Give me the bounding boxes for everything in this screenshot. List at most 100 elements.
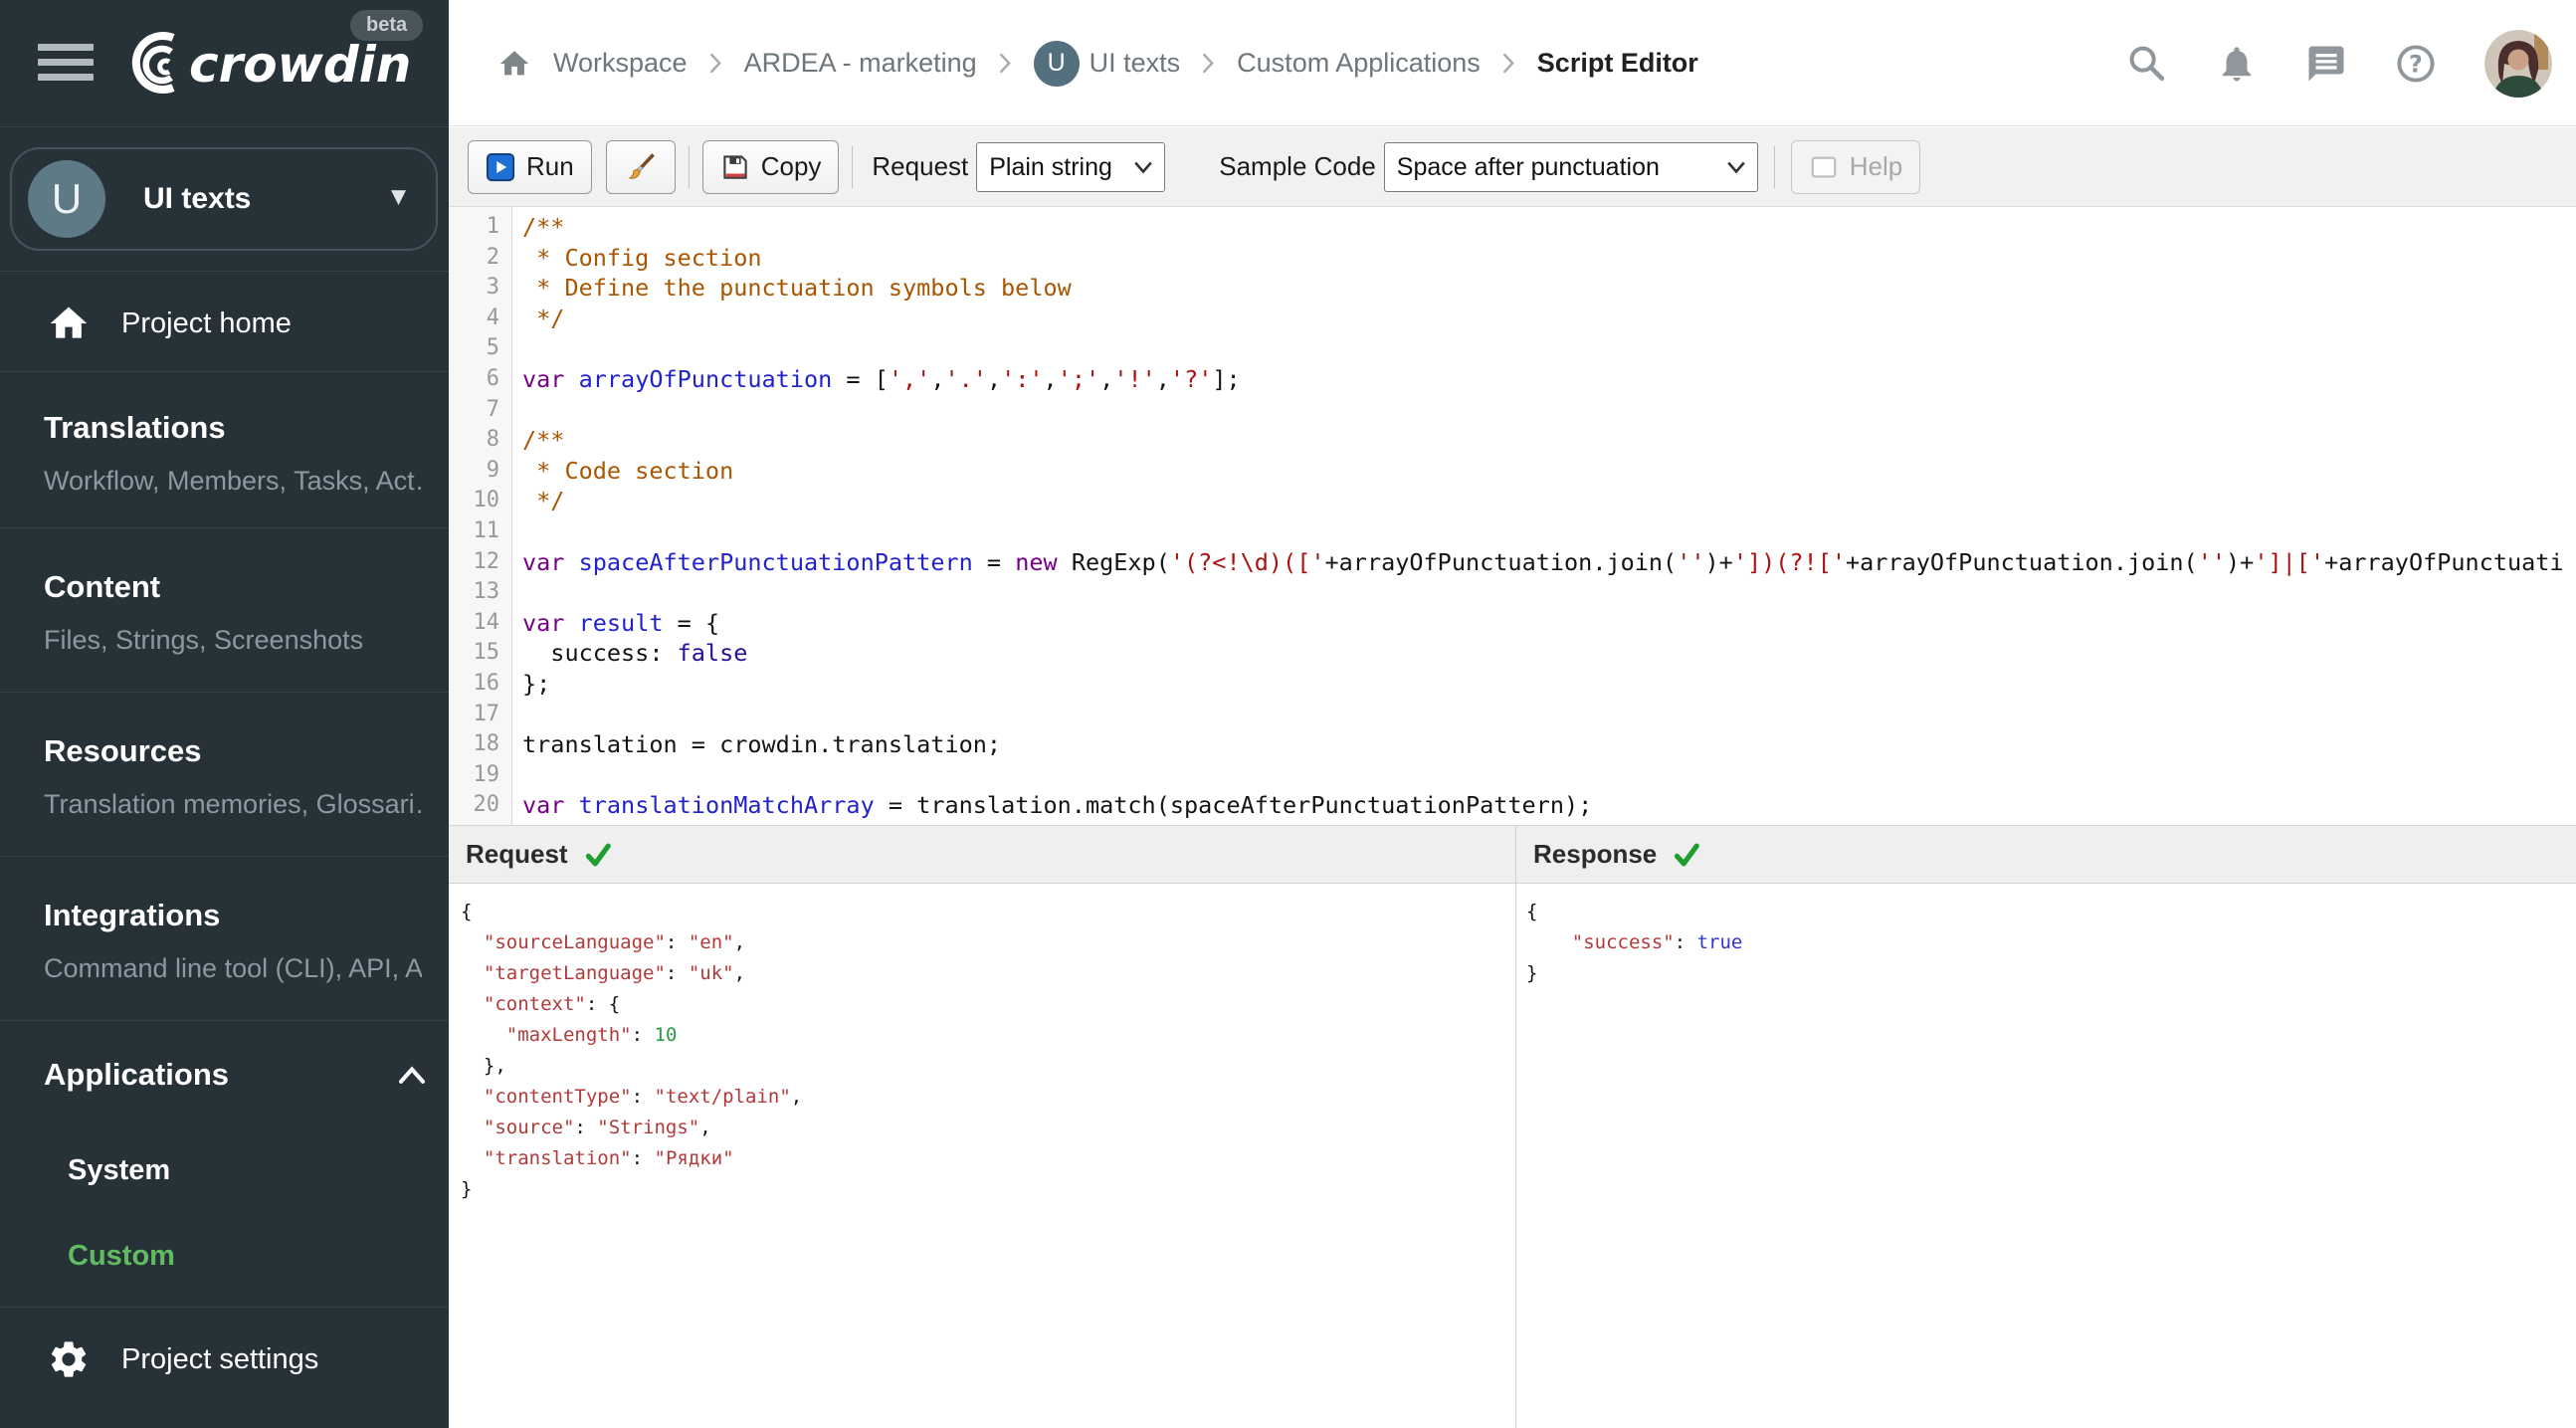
project-name: UI texts — [143, 182, 252, 215]
green-check-icon — [585, 843, 611, 866]
code-line: * Code section — [522, 456, 734, 485]
line-number: 9 — [486, 457, 499, 483]
breadcrumb-workspace[interactable]: Workspace — [553, 48, 688, 79]
code-content[interactable]: /** * Config section * Define the punctu… — [512, 207, 2576, 825]
sample-code-select-wrap: Space after punctuation — [1383, 141, 1758, 192]
line-number: 17 — [473, 701, 500, 726]
chevron-right-icon — [709, 53, 721, 74]
bell-icon[interactable] — [2216, 43, 2258, 85]
run-button[interactable]: Run — [468, 139, 592, 194]
chevron-right-icon — [999, 53, 1011, 74]
line-number: 12 — [473, 548, 500, 574]
line-number: 20 — [473, 792, 500, 818]
divider — [0, 126, 449, 127]
code-line: "maxLength": 10 — [505, 1024, 678, 1046]
code-line: }, — [461, 1055, 506, 1077]
chat-icon[interactable] — [2305, 43, 2347, 85]
beta-badge: beta — [350, 10, 424, 41]
help-icon[interactable]: ? — [2395, 43, 2437, 85]
avatar-image — [2484, 29, 2552, 98]
breadcrumb: Workspace ARDEA - marketing U UI texts C… — [497, 0, 1698, 126]
request-panel: Request { "sourceLanguage": "en", "targe… — [449, 825, 1515, 1428]
code-line: /** — [522, 426, 565, 455]
sidebar-section-applications[interactable]: Applications — [44, 1057, 427, 1093]
chevron-down-icon: ▾ — [390, 179, 406, 213]
green-check-icon — [1675, 843, 1700, 866]
section-subtitle: Translation memories, Glossari… — [44, 789, 422, 819]
section-title: Integrations — [44, 898, 221, 932]
code-line: * Define the punctuation symbols below — [522, 274, 1072, 303]
sidebar-item-project-settings[interactable]: Project settings — [0, 1331, 449, 1387]
line-number: 18 — [473, 731, 500, 757]
breadcrumb-project-name: UI texts — [1089, 48, 1181, 78]
sidebar-item-label: Project home — [121, 306, 292, 339]
line-number-gutter: 1 2 3 4 5 6 7 8 9 10 11 12 13 14 15 16 17 18 19 20 — [449, 207, 512, 825]
script-code-editor[interactable]: 1 2 3 4 5 6 7 8 9 10 11 12 13 14 15 16 17 18 19 20 /** * Co… — [449, 207, 2576, 825]
request-type-label: Request — [872, 151, 969, 181]
topbar-actions: ? — [2126, 0, 2552, 126]
sample-code-select[interactable]: Space after punctuation — [1383, 141, 1758, 192]
help-button[interactable]: Help — [1790, 139, 1921, 194]
sidebar-section-integrations[interactable]: Integrations Command line tool (CLI), API… — [44, 898, 422, 984]
user-avatar[interactable] — [2484, 29, 2552, 98]
sidebar: crowdin beta U UI texts ▾ Project home T… — [0, 0, 449, 1428]
divider — [0, 1020, 449, 1021]
code-line: */ — [522, 304, 565, 332]
code-line: * Config section — [522, 243, 762, 272]
line-number: 3 — [486, 275, 499, 301]
code-line: var spaceAfterPunctuationPattern = new R… — [522, 547, 2564, 576]
sidebar-header: crowdin beta — [0, 0, 449, 126]
project-selector[interactable]: U UI texts ▾ — [10, 147, 438, 251]
breadcrumb-project[interactable]: U UI texts — [1033, 40, 1181, 87]
section-title: Resources — [44, 733, 202, 768]
run-label: Run — [526, 151, 574, 181]
copy-button[interactable]: Copy — [701, 139, 840, 194]
separator — [852, 145, 854, 188]
brush-icon — [627, 152, 655, 179]
sidebar-section-resources[interactable]: Resources Translation memories, Glossari… — [44, 733, 422, 820]
response-json-view: { "success": true} — [1516, 884, 2576, 989]
code-line: translation = crowdin.translation; — [522, 730, 1002, 759]
section-subtitle: Files, Strings, Screenshots — [44, 625, 364, 655]
breadcrumb-custom-applications[interactable]: Custom Applications — [1237, 48, 1481, 79]
section-subtitle: Command line tool (CLI), API, A… — [44, 953, 422, 983]
sidebar-item-label: Project settings — [121, 1342, 319, 1375]
line-number: 13 — [473, 579, 500, 605]
line-number: 5 — [486, 335, 499, 361]
request-json-editor[interactable]: { "sourceLanguage": "en", "targetLanguag… — [449, 884, 1515, 1205]
divider — [0, 371, 449, 372]
home-icon[interactable] — [497, 47, 531, 81]
sidebar-section-content[interactable]: Content Files, Strings, Screenshots — [44, 569, 422, 656]
code-line: */ — [522, 487, 565, 515]
line-number: 10 — [473, 488, 500, 513]
hamburger-menu-icon[interactable] — [38, 44, 94, 84]
search-icon[interactable] — [2126, 43, 2168, 85]
response-panel-title: Response — [1533, 839, 1658, 869]
sidebar-item-project-home[interactable]: Project home — [0, 296, 449, 351]
project-avatar: U — [28, 160, 105, 238]
line-number: 2 — [486, 244, 499, 270]
format-button[interactable] — [605, 139, 676, 194]
sidebar-section-translations[interactable]: Translations Workflow, Members, Tasks, Ac… — [44, 410, 422, 497]
request-type-select[interactable]: Plain string — [976, 141, 1166, 192]
divider — [0, 527, 449, 528]
save-icon — [723, 154, 747, 179]
sidebar-item-custom[interactable]: Custom — [68, 1240, 175, 1273]
breadcrumb-project-group[interactable]: ARDEA - marketing — [744, 48, 977, 79]
code-line: "targetLanguage": "uk", — [483, 962, 746, 984]
copy-label: Copy — [760, 151, 822, 181]
request-type-select-wrap: Plain string — [976, 141, 1166, 192]
line-number: 19 — [473, 761, 500, 787]
code-line: { — [1526, 901, 1538, 922]
code-line: var translationMatchArray = translation.… — [522, 791, 1593, 820]
svg-text:?: ? — [2409, 50, 2423, 78]
line-number: 15 — [473, 640, 500, 666]
gear-icon — [51, 1341, 87, 1377]
project-avatar: U — [1033, 40, 1080, 87]
code-line: } — [1526, 962, 1538, 984]
code-line: success: false — [522, 639, 748, 668]
sidebar-item-system[interactable]: System — [68, 1154, 170, 1187]
